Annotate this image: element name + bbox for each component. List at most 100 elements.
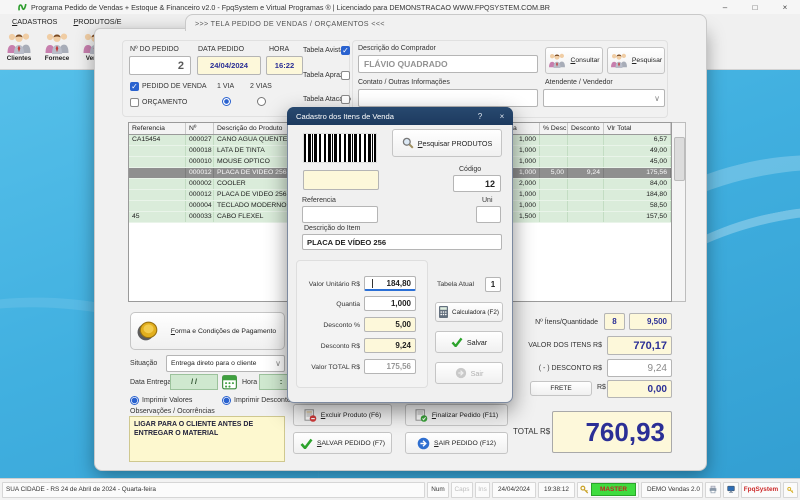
- table-cell: [568, 212, 604, 222]
- order-number-field[interactable]: 2: [129, 56, 191, 75]
- scrollbar-thumb[interactable]: [674, 137, 685, 181]
- status-location: SUA CIDADE - RS 24 de Abril de 2024 - Qu…: [2, 482, 425, 498]
- calculadora-button[interactable]: Calculadora (F2): [435, 302, 503, 322]
- frete-field[interactable]: 0,00: [607, 380, 672, 398]
- check-icon: [300, 438, 313, 449]
- table-header-cell: Nº: [186, 123, 214, 134]
- app-logo-icon: [17, 2, 28, 12]
- via2-radio[interactable]: [257, 97, 266, 106]
- atendente-label: Atendente / Vendedor: [545, 79, 613, 86]
- order-time-field[interactable]: 16:22: [266, 56, 303, 75]
- frete-rs-label: R$: [597, 384, 606, 391]
- tabela-aprazo-checkbox[interactable]: [341, 71, 350, 80]
- status-ins: Ins: [475, 482, 490, 498]
- table-scrollbar[interactable]: [672, 122, 686, 302]
- valor-total-field: 175,56: [364, 359, 416, 374]
- situacao-select[interactable]: Entrega direto para o cliente ∨: [166, 355, 285, 372]
- pedido-venda-checkbox[interactable]: [130, 82, 139, 91]
- forma-pagamento-label: Forma e Condições de Pagamento: [163, 328, 284, 335]
- imprimir-valores-radio[interactable]: [130, 396, 139, 405]
- modal-salvar-button[interactable]: Salvar: [435, 331, 503, 353]
- calendar-icon[interactable]: [222, 374, 237, 390]
- pesquisar-produtos-button[interactable]: Pesquisar PRODUTOS: [392, 129, 502, 157]
- modal-sair-button[interactable]: Sair: [435, 362, 503, 384]
- table-cell: 000010: [186, 157, 214, 167]
- sair-pedido-label: SAIR PEDIDO (F12): [434, 440, 496, 447]
- finalizar-pedido-label: Finalizar Pedido (F11): [432, 412, 498, 419]
- sair-pedido-button[interactable]: SAIR PEDIDO (F12): [405, 432, 508, 454]
- toolbar-button-clientes[interactable]: Clientes: [0, 28, 38, 62]
- consultar-label: Consultar: [570, 57, 599, 64]
- modal-close-icon[interactable]: ×: [491, 112, 513, 121]
- data-entrega-field[interactable]: / /: [170, 374, 218, 390]
- referencia-field[interactable]: [302, 206, 378, 223]
- item-modal-titlebar[interactable]: Cadastro dos Itens de Venda ? ×: [287, 107, 513, 125]
- form-window-titlebar[interactable]: >>> TELA PEDIDO DE VENDAS / ORÇAMENTOS <…: [185, 14, 707, 31]
- status-printer-cell[interactable]: [705, 482, 721, 498]
- table-cell: 84,00: [604, 179, 671, 189]
- valor-itens-field: 770,17: [607, 336, 672, 355]
- app-title: Programa Pedido de Vendas + Estoque & Fi…: [31, 3, 550, 12]
- salvar-pedido-button[interactable]: SALVAR PEDIDO (F7): [293, 432, 392, 454]
- modal-salvar-label: Salvar: [467, 338, 487, 347]
- text-caret: [372, 279, 373, 288]
- status-num: Num: [427, 482, 449, 498]
- table-cell: 000012: [186, 168, 214, 178]
- pesquisar-label: Pesquisar: [632, 57, 662, 64]
- tabela-avista-checkbox[interactable]: [341, 46, 350, 55]
- excluir-produto-button[interactable]: Excluir Produto (F6): [293, 404, 392, 426]
- table-cell: 157,50: [604, 212, 671, 222]
- menu-item-produtos-e[interactable]: PRODUTOS/E: [69, 17, 125, 26]
- barcode-image: [303, 133, 377, 163]
- obs-textarea[interactable]: LIGAR PARA O CLIENTE ANTES DE ENTREGAR O…: [129, 416, 285, 462]
- quantia-field[interactable]: 1,000: [364, 296, 416, 311]
- status-key-cell[interactable]: [783, 482, 798, 498]
- consultar-button[interactable]: Consultar: [545, 47, 603, 74]
- desconto-pct-field[interactable]: 5,00: [364, 317, 416, 332]
- atendente-select[interactable]: ∨: [543, 89, 665, 107]
- status-monitor-cell[interactable]: [723, 482, 739, 498]
- contact-field[interactable]: [358, 89, 538, 107]
- menu-item-cadastros[interactable]: CADASTROS: [8, 17, 61, 26]
- delete-document-icon: [304, 409, 317, 422]
- close-button[interactable]: ×: [770, 0, 800, 14]
- descricao-item-field[interactable]: PLACA DE VÍDEO 256: [302, 234, 502, 250]
- desconto-rs-field[interactable]: 9,24: [364, 338, 416, 353]
- table-cell: [129, 146, 186, 156]
- valor-unitario-field[interactable]: 184,80: [364, 276, 416, 291]
- tabela-atacado-checkbox[interactable]: [341, 95, 350, 104]
- pesquisar-produtos-label: Pesquisar PRODUTOS: [418, 139, 493, 148]
- imprimir-descontos-radio[interactable]: [222, 396, 231, 405]
- form-window-title: >>> TELA PEDIDO DE VENDAS / ORÇAMENTOS <…: [195, 19, 385, 28]
- restore-button[interactable]: □: [740, 0, 770, 14]
- uni-field[interactable]: [476, 206, 501, 223]
- key-icon: [787, 485, 794, 495]
- frete-button[interactable]: FRETE: [530, 381, 592, 396]
- pesquisar-button[interactable]: Pesquisar: [607, 47, 665, 74]
- via1-label: 1 VIA: [217, 83, 234, 90]
- valor-unitario-value: 184,80: [387, 279, 411, 288]
- codigo-field[interactable]: 12: [453, 175, 501, 192]
- monitor-icon: [727, 484, 735, 495]
- table-header-cell: Desconto: [568, 123, 604, 134]
- modal-sair-label: Sair: [471, 369, 484, 378]
- table-cell: [540, 157, 568, 167]
- via1-radio[interactable]: [222, 97, 231, 106]
- order-date-field[interactable]: 24/04/2024: [197, 56, 261, 75]
- orcamento-checkbox[interactable]: [130, 98, 139, 107]
- tabela-avista-label: Tabela Avista: [303, 47, 344, 54]
- finalizar-pedido-button[interactable]: Finalizar Pedido (F11): [405, 404, 508, 426]
- minimize-button[interactable]: –: [710, 0, 740, 14]
- table-header-cell: Referencia: [129, 123, 186, 134]
- help-icon[interactable]: ?: [469, 112, 491, 121]
- buyer-field[interactable]: FLÁVIO QUADRADO: [358, 55, 538, 73]
- table-cell: 6,57: [604, 135, 671, 145]
- barcode-input[interactable]: [303, 170, 379, 190]
- status-user-badge: MASTER: [591, 483, 636, 496]
- forma-pagamento-button[interactable]: Forma e Condições de Pagamento: [130, 312, 285, 350]
- toolbar-label: Fornece: [45, 55, 70, 62]
- order-number-label: Nº DO PEDIDO: [130, 46, 179, 53]
- toolbar-button-fornece[interactable]: Fornece: [38, 28, 76, 62]
- table-cell: [540, 179, 568, 189]
- status-user-cell: MASTER: [577, 482, 639, 498]
